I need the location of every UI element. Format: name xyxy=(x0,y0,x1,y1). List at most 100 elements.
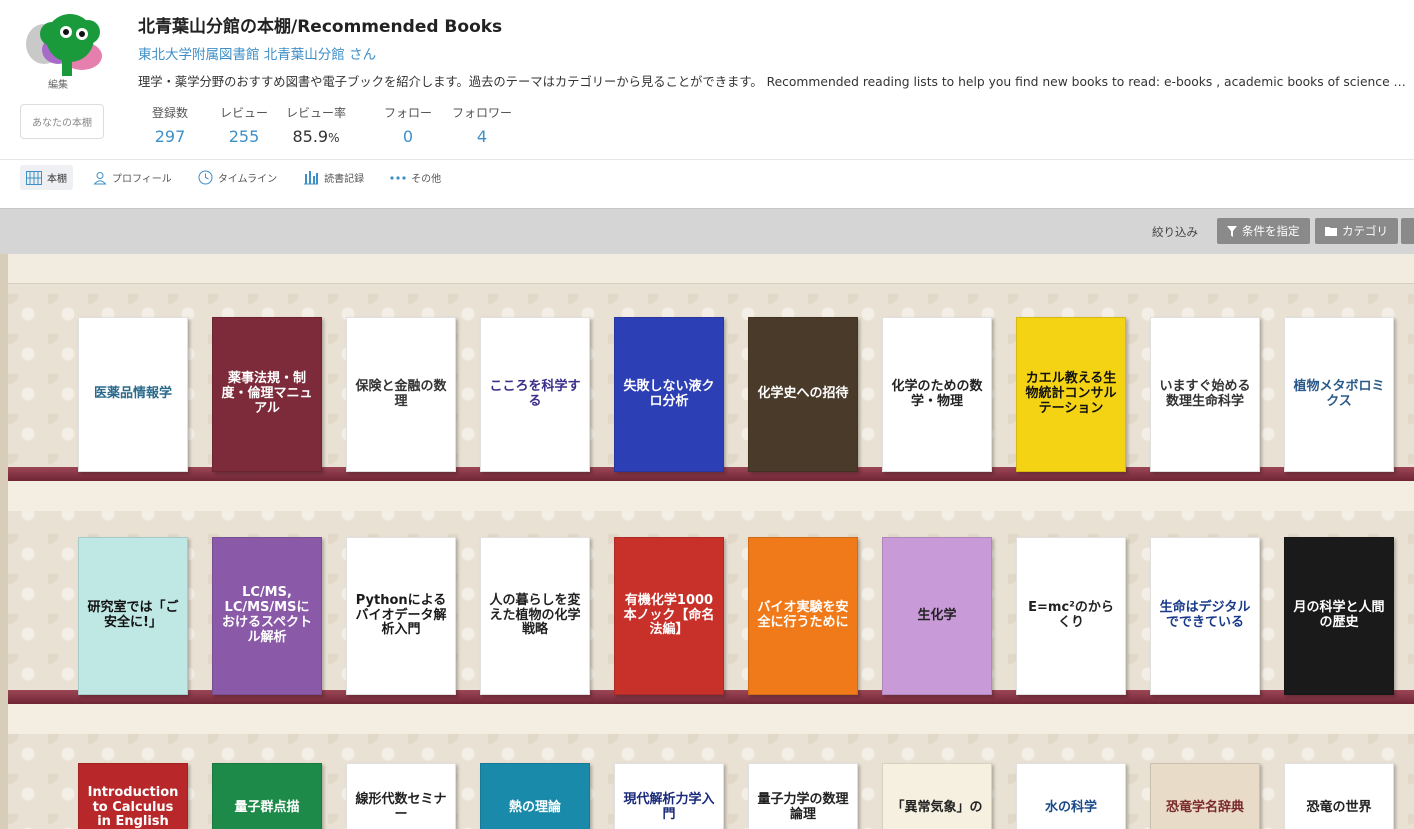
shelf-description: 理学・薬学分野のおすすめ図書や電子ブックを紹介します。過去のテーマはカテゴリーか… xyxy=(138,75,1410,89)
tab-bookshelf[interactable]: 本棚 xyxy=(20,165,73,190)
book-title: 生化学 xyxy=(917,607,957,623)
book-cover[interactable]: 薬事法規・制度・倫理マニュアル xyxy=(212,317,322,472)
filter-label: 絞り込み xyxy=(1152,225,1198,239)
book-cover[interactable]: 生命はデジタルでできている xyxy=(1150,537,1260,695)
book-cover[interactable]: 恐竜の世界 xyxy=(1284,763,1394,829)
stat-value: 4 xyxy=(476,127,488,146)
book-cover[interactable]: 熱の理論 xyxy=(480,763,590,829)
stat-follow[interactable]: フォロー 0 xyxy=(376,104,440,146)
book-title: Pythonによるバイオデータ解析入門 xyxy=(355,592,447,638)
book-cover[interactable]: バイオ実験を安全に行うために xyxy=(748,537,858,695)
book-title: 月の科学と人間の歴史 xyxy=(1293,600,1385,630)
stat-label: レビュー率 xyxy=(285,106,346,120)
stat-value: 0 xyxy=(402,127,414,146)
stat-reviews[interactable]: レビュー 255 xyxy=(214,104,274,146)
book-cover[interactable]: 生化学 xyxy=(882,537,992,695)
library-avatar[interactable]: 編集 xyxy=(22,10,106,94)
book-title: 量子力学の数理論理 xyxy=(757,792,849,822)
review-rate-unit: % xyxy=(328,131,340,145)
book-title: 「異常気象」の xyxy=(891,799,983,815)
book-cover[interactable]: 研究室では「ご安全に!」 xyxy=(78,537,188,695)
book-title: 失敗しない液クロ分析 xyxy=(623,378,715,409)
book-cover[interactable]: 「異常気象」の xyxy=(882,763,992,829)
book-cover[interactable]: 化学のための数学・物理 xyxy=(882,317,992,472)
book-title: いますぐ始める数理生命科学 xyxy=(1159,378,1251,409)
tab-profile[interactable]: プロフィール xyxy=(87,165,178,190)
shelf-title: 北青葉山分館の本棚/Recommended Books xyxy=(138,17,503,37)
book-title: 人の暮らしを変えた植物の化学戦略 xyxy=(489,592,581,638)
book-title: 現代解析力学入門 xyxy=(623,792,715,822)
condition-button-label: 条件を指定 xyxy=(1242,224,1300,238)
folder-icon xyxy=(1325,227,1337,236)
book-cover[interactable]: 化学史への招待 xyxy=(748,317,858,472)
book-title: 有機化学1000本ノック【命名法編】 xyxy=(623,592,715,638)
book-cover[interactable]: 線形代数セミナー xyxy=(346,763,456,829)
review-rate-number: 85.9 xyxy=(292,127,329,146)
stat-label: フォロワー xyxy=(451,106,512,120)
book-cover[interactable]: 植物メタボロミクス xyxy=(1284,317,1394,472)
book-title: 化学のための数学・物理 xyxy=(891,378,983,409)
shelf-board xyxy=(8,481,1414,511)
stat-followers[interactable]: フォロワー 4 xyxy=(448,104,516,146)
shelf-top-board xyxy=(8,254,1414,284)
shelf-left-post xyxy=(0,254,8,829)
book-cover[interactable]: 量子力学の数理論理 xyxy=(748,763,858,829)
book-cover[interactable]: 月の科学と人間の歴史 xyxy=(1284,537,1394,695)
book-cover[interactable]: Pythonによるバイオデータ解析入門 xyxy=(346,537,456,695)
book-cover[interactable]: 有機化学1000本ノック【命名法編】 xyxy=(614,537,724,695)
tab-reading-log[interactable]: 読書記録 xyxy=(297,165,370,190)
condition-button[interactable]: 条件を指定 xyxy=(1217,218,1310,244)
shelf-board xyxy=(8,704,1414,734)
book-title: 恐竜の世界 xyxy=(1306,799,1372,815)
owner-link[interactable]: 東北大学附属図書館 北青葉山分館 さん xyxy=(138,43,376,63)
tab-label: その他 xyxy=(411,174,442,185)
book-cover[interactable]: 量子群点描 xyxy=(212,763,322,829)
book-cover[interactable]: 現代解析力学入門 xyxy=(614,763,724,829)
book-cover[interactable]: E=mc²のからくり xyxy=(1016,537,1126,695)
book-title: 量子群点描 xyxy=(234,799,300,815)
book-cover[interactable]: いますぐ始める数理生命科学 xyxy=(1150,317,1260,472)
profile-tabs: 本棚 プロフィール タイムライン 読書記録 その他 xyxy=(20,165,447,191)
stat-value: 255 xyxy=(228,127,260,146)
tab-timeline[interactable]: タイムライン xyxy=(192,165,283,190)
category-button-label: カテゴリ xyxy=(1342,224,1388,238)
book-title: 水の科学 xyxy=(1044,799,1097,815)
book-cover[interactable]: LC/MS, LC/MS/MSにおけるスペクトル解析 xyxy=(212,537,322,695)
book-title: E=mc²のからくり xyxy=(1028,600,1114,630)
book-cover[interactable]: 保険と金融の数理 xyxy=(346,317,456,472)
filter-bar: 絞り込み 条件を指定 カテゴリ xyxy=(0,208,1414,254)
book-cover[interactable]: カエル教える生物統計コンサルテーション xyxy=(1016,317,1126,472)
funnel-icon xyxy=(1227,225,1237,237)
book-cover[interactable]: 水の科学 xyxy=(1016,763,1126,829)
stat-review-rate: レビュー率 85.9% xyxy=(282,104,350,146)
overflow-button[interactable] xyxy=(1401,218,1414,244)
book-title: 薬事法規・制度・倫理マニュアル xyxy=(221,371,313,416)
tab-label: タイムライン xyxy=(217,174,278,185)
profile-header: 編集 あなたの本棚 北青葉山分館の本棚/Recommended Books 東北… xyxy=(0,0,1414,160)
book-cover[interactable]: 恐竜学名辞典 xyxy=(1150,763,1260,829)
book-title: 生命はデジタルでできている xyxy=(1159,600,1251,630)
tab-more[interactable]: その他 xyxy=(384,165,447,190)
book-cover[interactable]: Introduction to Calculus in English xyxy=(78,763,188,829)
book-cover[interactable]: こころを科学する xyxy=(480,317,590,472)
more-icon xyxy=(390,175,406,180)
tab-label: プロフィール xyxy=(112,174,172,185)
book-title: 植物メタボロミクス xyxy=(1293,378,1385,409)
your-shelf-button[interactable]: あなたの本棚 xyxy=(20,104,104,139)
book-cover[interactable]: 失敗しない液クロ分析 xyxy=(614,317,724,472)
bookshelf: 医薬品情報学 薬事法規・制度・倫理マニュアル 保険と金融の数理 こころを科学する 失敗し… xyxy=(0,254,1414,829)
tab-label: 本棚 xyxy=(47,174,67,185)
tab-label: 読書記録 xyxy=(324,174,365,185)
edit-label[interactable]: 編集 xyxy=(48,76,68,91)
clock-icon xyxy=(198,170,213,185)
stat-value: 297 xyxy=(154,127,186,146)
bookshelf-icon xyxy=(26,170,42,185)
stat-registered[interactable]: 登録数 297 xyxy=(142,104,198,146)
category-button[interactable]: カテゴリ xyxy=(1315,218,1398,244)
book-cover[interactable]: 医薬品情報学 xyxy=(78,317,188,472)
stat-value: 85.9% xyxy=(282,127,350,146)
book-title: 化学史への招待 xyxy=(757,386,849,402)
book-title: 熱の理論 xyxy=(508,799,561,815)
book-cover[interactable]: 人の暮らしを変えた植物の化学戦略 xyxy=(480,537,590,695)
stat-label: レビュー xyxy=(219,106,268,120)
